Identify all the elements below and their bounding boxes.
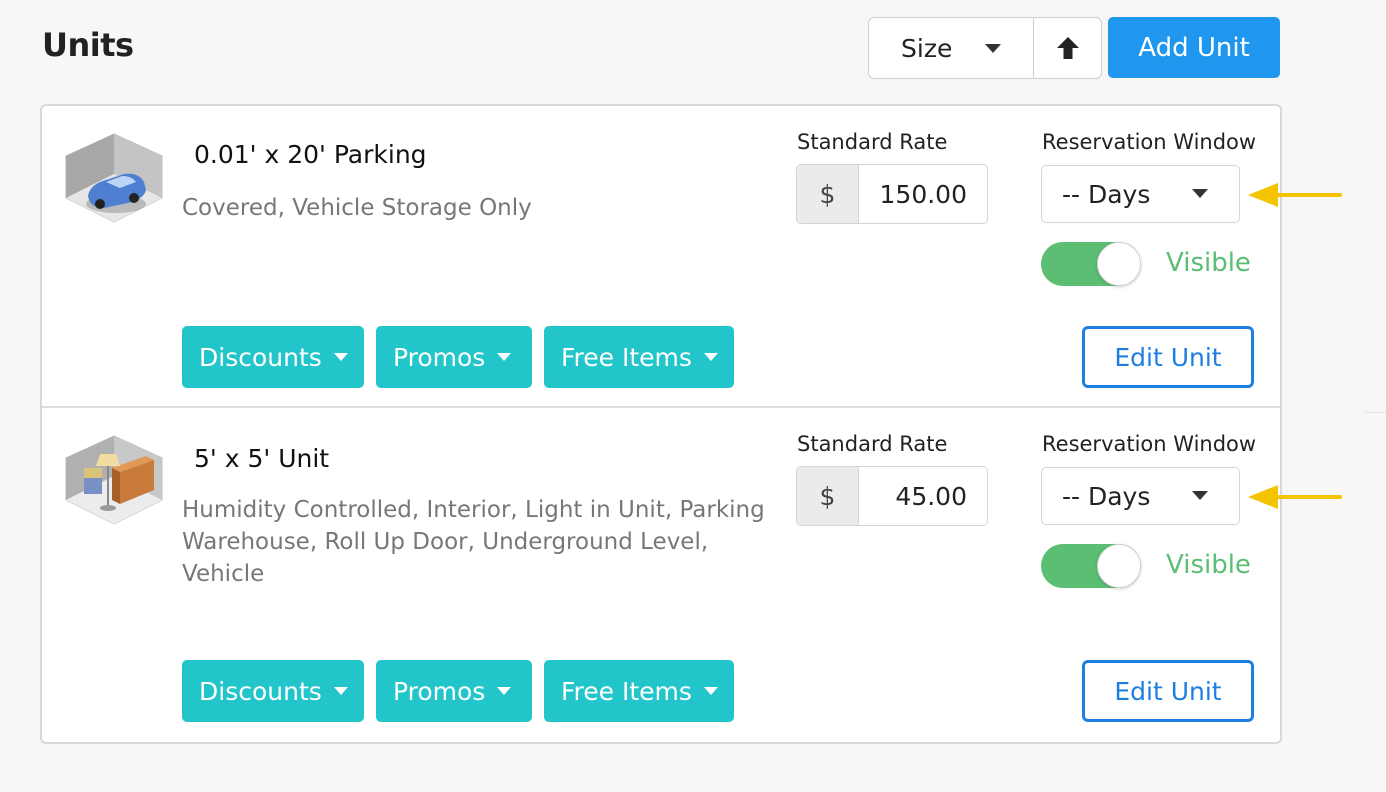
divider [1364,412,1386,413]
page-title: Units [42,26,134,64]
caret-down-icon [1192,491,1208,500]
currency-addon: $ [797,467,859,525]
parking-car-icon [65,133,163,223]
edit-unit-button[interactable]: Edit Unit [1082,326,1254,388]
free-items-label: Free Items [561,676,692,706]
caret-down-icon [333,687,348,695]
caret-down-icon [985,44,1001,53]
caret-down-icon [333,353,348,361]
visible-label: Visible [1166,248,1251,278]
reservation-window-value: -- Days [1062,481,1151,511]
arrow-up-icon [1056,37,1079,59]
sort-direction-button[interactable] [1034,18,1101,78]
caret-down-icon [703,687,718,695]
visible-toggle[interactable] [1041,242,1141,286]
unit-row: 5' x 5' Unit Humidity Controlled, Interi… [42,408,1280,742]
standard-rate-label: Standard Rate [797,130,948,154]
promos-dropdown[interactable]: Promos [376,660,532,722]
discounts-dropdown[interactable]: Discounts [182,660,364,722]
unit-name: 0.01' x 20' Parking [194,140,427,169]
caret-down-icon [703,353,718,361]
edit-unit-button[interactable]: Edit Unit [1082,660,1254,722]
standard-rate-input[interactable]: 45.00 [859,467,987,525]
visible-label: Visible [1166,550,1251,580]
unit-row: 0.01' x 20' Parking Covered, Vehicle Sto… [42,106,1280,408]
annotation-arrow-icon [1248,485,1342,509]
storage-room-furniture-icon [65,435,163,525]
caret-down-icon [1192,189,1208,198]
reservation-window-label: Reservation Window [1042,432,1257,456]
caret-down-icon [497,353,512,361]
discounts-label: Discounts [199,676,322,706]
free-items-label: Free Items [561,342,692,372]
standard-rate-field: $ 45.00 [796,466,988,526]
standard-rate-label: Standard Rate [797,432,948,456]
free-items-dropdown[interactable]: Free Items [544,326,734,388]
units-list: 0.01' x 20' Parking Covered, Vehicle Sto… [40,104,1282,744]
unit-description: Covered, Vehicle Storage Only [182,195,532,221]
standard-rate-input[interactable]: 150.00 [859,165,987,223]
reservation-window-select[interactable]: -- Days [1041,467,1240,525]
unit-name: 5' x 5' Unit [194,444,330,473]
standard-rate-field: $ 150.00 [796,164,988,224]
promos-dropdown[interactable]: Promos [376,326,532,388]
promos-label: Promos [393,676,486,706]
reservation-window-label: Reservation Window [1042,130,1257,154]
annotation-arrow-icon [1248,183,1342,207]
discounts-label: Discounts [199,342,322,372]
unit-description: Humidity Controlled, Interior, Light in … [182,497,765,587]
discounts-dropdown[interactable]: Discounts [182,326,364,388]
visible-toggle[interactable] [1041,544,1141,588]
toggle-knob [1097,242,1141,286]
sort-control: Size [868,17,1102,79]
caret-down-icon [497,687,512,695]
sort-by-value: Size [901,33,953,63]
page: Units Size Add Unit 0.01' x 20' Parking … [0,0,1386,792]
currency-addon: $ [797,165,859,223]
reservation-window-value: -- Days [1062,179,1151,209]
sort-by-select[interactable]: Size [869,18,1034,78]
reservation-window-select[interactable]: -- Days [1041,165,1240,223]
add-unit-button[interactable]: Add Unit [1108,17,1280,78]
free-items-dropdown[interactable]: Free Items [544,660,734,722]
toggle-knob [1097,544,1141,588]
promos-label: Promos [393,342,486,372]
